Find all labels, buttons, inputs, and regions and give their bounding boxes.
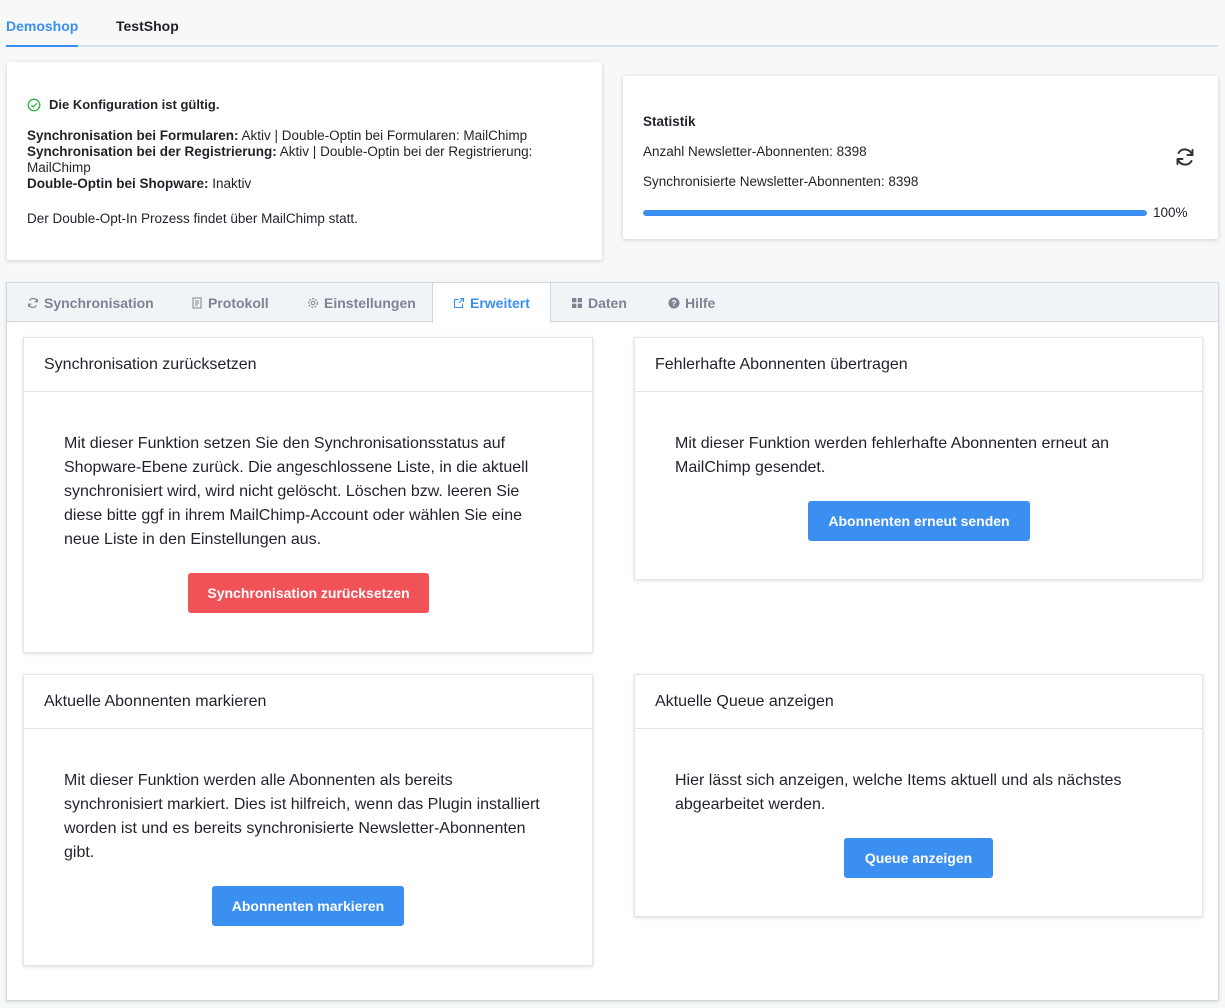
shop-tab-demoshop[interactable]: Demoshop	[6, 18, 79, 47]
sync-progress-bar	[643, 210, 1147, 216]
config-note: Der Double-Opt-In Prozess findet über Ma…	[27, 211, 358, 226]
resend-subscribers-button[interactable]: Abonnenten erneut senden	[808, 501, 1030, 541]
grid-icon	[571, 297, 583, 309]
tab-erweitert[interactable]: Erweitert	[432, 283, 551, 323]
shop-tab-testshop[interactable]: TestShop	[116, 18, 179, 34]
resend-subscribers-box: Fehlerhafte Abonnenten übertragen Mit di…	[634, 337, 1203, 580]
tab-einstellungen[interactable]: Einstellungen	[307, 283, 416, 322]
mark-subscribers-title: Aktuelle Abonnenten markieren	[24, 675, 592, 729]
refresh-icon[interactable]	[1173, 145, 1197, 169]
config-line-forms: Synchronisation bei Formularen: Aktiv | …	[27, 128, 528, 143]
document-icon	[191, 297, 203, 309]
reset-sync-title: Synchronisation zurücksetzen	[24, 338, 592, 392]
mark-subscribers-box: Aktuelle Abonnenten markieren Mit dieser…	[23, 674, 593, 966]
reset-sync-box: Synchronisation zurücksetzen Mit dieser …	[23, 337, 593, 653]
check-circle-icon	[27, 98, 41, 112]
shop-tabs: Demoshop TestShop	[6, 0, 1218, 47]
config-details: Synchronisation bei Formularen: Aktiv | …	[27, 128, 582, 192]
mark-subscribers-button[interactable]: Abonnenten markieren	[212, 886, 404, 926]
tab-hilfe[interactable]: ? Hilfe	[668, 283, 715, 322]
stats-title: Statistik	[643, 114, 696, 129]
tab-bar: Synchronisation Protokoll Einstellungen …	[7, 283, 1218, 323]
config-status: Die Konfiguration ist gültig.	[27, 97, 219, 112]
queue-button[interactable]: Queue anzeigen	[844, 838, 993, 878]
queue-box: Aktuelle Queue anzeigen Hier lässt sich …	[634, 674, 1203, 917]
reset-sync-button[interactable]: Synchronisation zurücksetzen	[188, 573, 429, 613]
config-status-text: Die Konfiguration ist gültig.	[49, 97, 220, 112]
main-panel: Synchronisation Protokoll Einstellungen …	[6, 282, 1219, 1001]
tab-daten[interactable]: Daten	[571, 283, 627, 322]
subscribers-count: Anzahl Newsletter-Abonnenten: 8398	[643, 144, 867, 159]
queue-title: Aktuelle Queue anzeigen	[635, 675, 1202, 729]
statistics-card: Statistik Anzahl Newsletter-Abonnenten: …	[623, 76, 1218, 239]
config-line-shopware: Double-Optin bei Shopware: Inaktiv	[27, 176, 252, 191]
tab-protokoll[interactable]: Protokoll	[191, 283, 269, 322]
queue-description: Hier lässt sich anzeigen, welche Items a…	[675, 772, 1122, 813]
svg-text:?: ?	[671, 298, 676, 308]
resend-subscribers-description: Mit dieser Funktion werden fehlerhafte A…	[675, 435, 1110, 476]
reset-sync-description: Mit dieser Funktion setzen Sie den Synch…	[64, 435, 529, 548]
external-link-icon	[453, 297, 465, 309]
tab-synchronisation[interactable]: Synchronisation	[27, 283, 154, 322]
sync-progress-label: 100%	[1153, 205, 1188, 220]
mark-subscribers-description: Mit dieser Funktion werden alle Abonnent…	[64, 772, 540, 861]
resend-subscribers-title: Fehlerhafte Abonnenten übertragen	[635, 338, 1202, 392]
sync-icon	[27, 297, 39, 309]
gear-icon	[307, 297, 319, 309]
sync-progress-fill	[643, 210, 1147, 216]
config-line-registration: Synchronisation bei der Registrierung: A…	[27, 144, 533, 175]
configuration-card: Die Konfiguration ist gültig. Synchronis…	[7, 62, 602, 260]
synced-count: Synchronisierte Newsletter-Abonnenten: 8…	[643, 174, 919, 189]
help-icon: ?	[668, 297, 680, 309]
